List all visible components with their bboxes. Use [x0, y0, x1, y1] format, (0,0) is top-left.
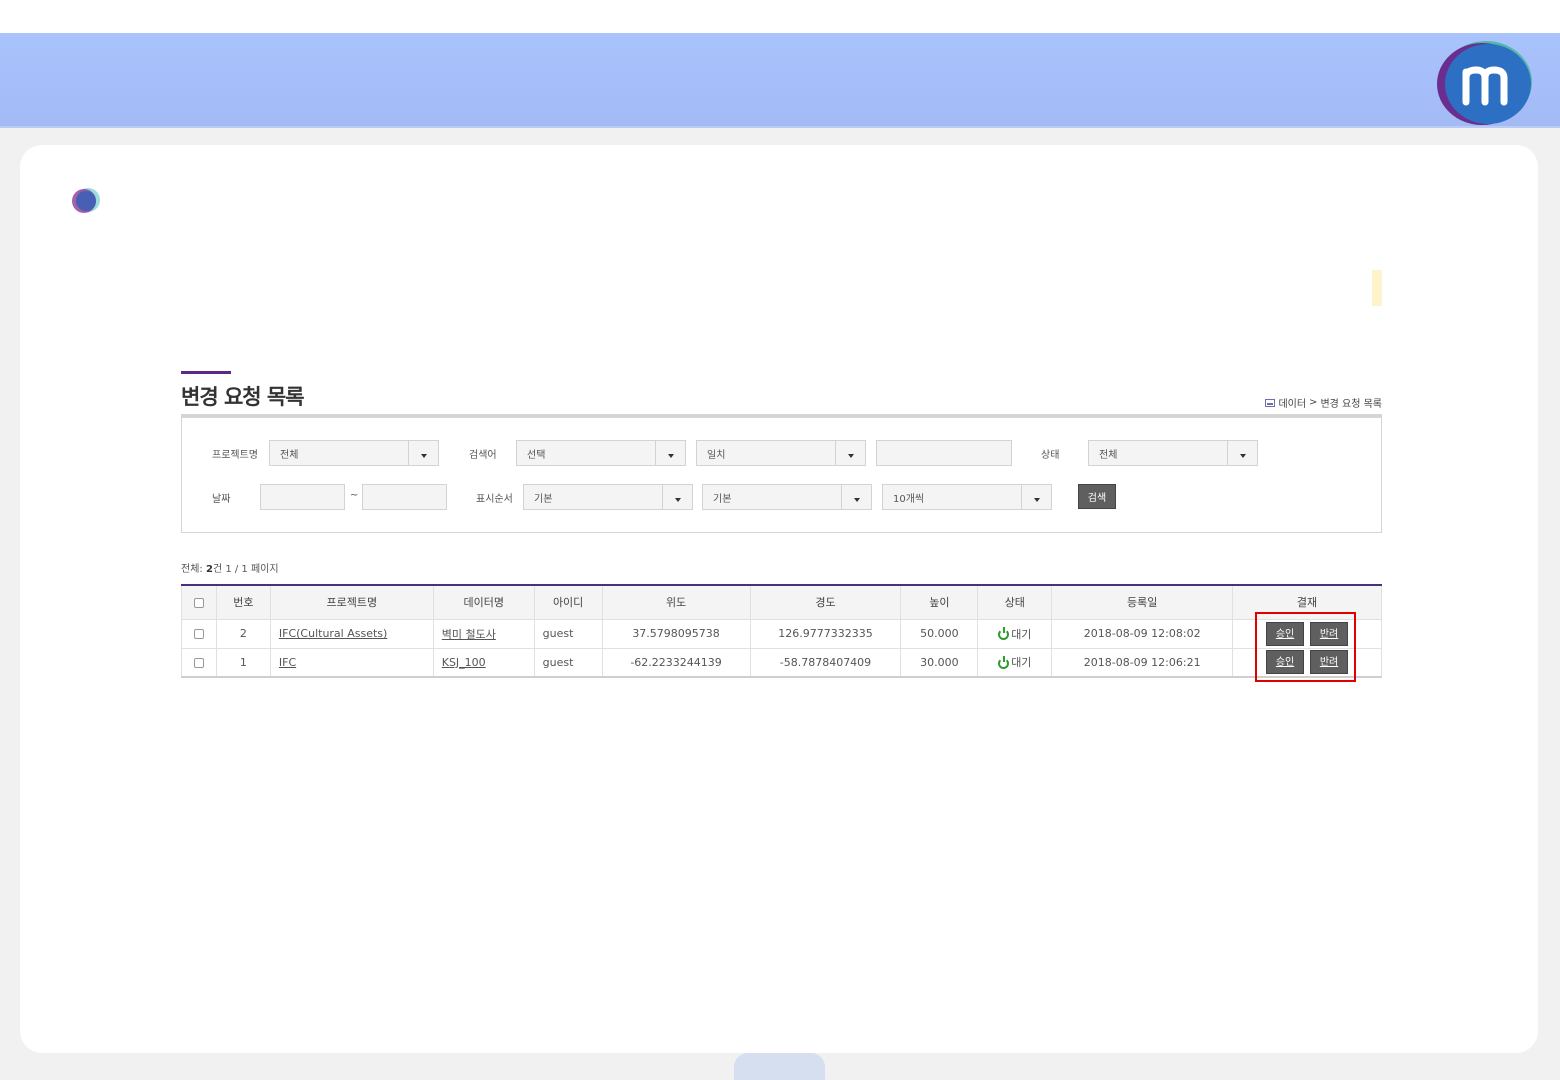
result-summary: 전체: 2건 1 / 1 페이지 [181, 560, 279, 575]
data-icon [1265, 398, 1276, 407]
notice-bar [1372, 270, 1382, 306]
power-icon [998, 627, 1010, 640]
row-status: 대기 [977, 618, 1053, 649]
table-row: 1 IFC KSJ_100 guest -62.2233244139 -58.7… [181, 647, 1382, 678]
order-direction-select[interactable]: 기본 [702, 484, 872, 510]
row-user-id: guest [533, 618, 603, 649]
row-height: 30.000 [900, 647, 979, 678]
search-label: 검색어 [469, 450, 497, 461]
row-checkbox[interactable] [193, 657, 204, 668]
header-project: 프로젝트명 [269, 584, 434, 620]
header-select-all[interactable] [181, 584, 217, 620]
reject-button[interactable]: 반려 [1310, 650, 1349, 675]
power-icon [998, 655, 1010, 669]
row-status: 대기 [977, 647, 1053, 678]
chevron-down-icon [1021, 485, 1051, 509]
select-all-checkbox[interactable] [193, 597, 204, 608]
status-select[interactable]: 전체 [1088, 440, 1258, 466]
row-registered: 2018-08-09 12:06:21 [1051, 647, 1234, 678]
reject-button[interactable]: 반려 [1310, 621, 1349, 646]
header-status: 상태 [977, 584, 1053, 620]
row-no: 2 [215, 618, 271, 649]
header-data-name: 데이터명 [432, 584, 535, 620]
status-select-value: 전체 [1099, 450, 1118, 461]
search-field-value: 선택 [527, 450, 546, 461]
header-height: 높이 [900, 584, 979, 620]
page-size-select[interactable]: 10개씩 [882, 484, 1052, 510]
summary-unit: 건 [212, 564, 223, 575]
project-select[interactable]: 전체 [269, 440, 439, 466]
row-latitude: 37.5798095738 [601, 618, 751, 649]
date-label: 날짜 [212, 494, 231, 505]
row-select-cell [181, 618, 217, 649]
header-no: 번호 [215, 584, 271, 620]
data-name-link[interactable]: KSJ_100 [442, 656, 486, 669]
summary-pages: 1 / 1 페이지 [225, 564, 279, 575]
chevron-down-icon [835, 441, 865, 465]
match-select-value: 일치 [707, 450, 726, 461]
summary-prefix: 전체: [181, 564, 203, 575]
order-field-select[interactable]: 기본 [523, 484, 693, 510]
search-filter-panel: 프로젝트명 전체 검색어 선택 일치 상태 전체 날짜 ~ 표시순서 기본 기본… [181, 418, 1382, 533]
row-no: 1 [215, 647, 271, 678]
table-header-row: 번호 프로젝트명 데이터명 아이디 위도 경도 높이 상태 등록일 결재 [181, 584, 1382, 620]
status-label: 상태 [1041, 450, 1060, 461]
approve-button[interactable]: 승인 [1266, 621, 1305, 646]
project-label: 프로젝트명 [212, 450, 258, 461]
header-user-id: 아이디 [533, 584, 603, 620]
header-longitude: 경도 [749, 584, 902, 620]
end-date-input[interactable] [362, 484, 447, 510]
page-size-value: 10개씩 [893, 494, 925, 505]
breadcrumb-separator: > [1309, 397, 1318, 408]
header-registered: 등록일 [1051, 584, 1234, 620]
breadcrumb-current: 변경 요청 목록 [1320, 399, 1382, 410]
header-latitude: 위도 [601, 584, 751, 620]
row-height: 50.000 [900, 618, 979, 649]
change-request-table: 번호 프로젝트명 데이터명 아이디 위도 경도 높이 상태 등록일 결재 2 I… [181, 584, 1382, 678]
row-approval: 승인 반려 [1232, 618, 1382, 649]
top-strip [0, 0, 1560, 33]
approve-button[interactable]: 승인 [1266, 650, 1305, 675]
breadcrumb-section[interactable]: 데이터 [1278, 395, 1306, 410]
start-date-input[interactable] [260, 484, 345, 510]
chevron-down-icon [1227, 441, 1257, 465]
order-label: 표시순서 [476, 494, 513, 505]
search-button[interactable]: 검색 [1078, 484, 1116, 509]
data-name-link[interactable]: 벽미 철도사 [442, 628, 496, 641]
search-field-select[interactable]: 선택 [516, 440, 686, 466]
page-title: 변경 요청 목록 [181, 385, 305, 409]
order-direction-value: 기본 [713, 494, 732, 505]
row-longitude: -58.7878407409 [749, 647, 902, 678]
status-text: 대기 [1011, 656, 1032, 670]
chevron-down-icon [841, 485, 871, 509]
project-select-value: 전체 [280, 450, 299, 461]
project-link[interactable]: IFC [279, 656, 296, 669]
project-link[interactable]: IFC(Cultural Assets) [279, 627, 387, 640]
keyword-input[interactable] [876, 440, 1012, 466]
date-separator: ~ [350, 490, 359, 501]
row-user-id: guest [533, 647, 603, 678]
order-field-value: 기본 [534, 494, 553, 505]
row-registered: 2018-08-09 12:08:02 [1051, 618, 1234, 649]
breadcrumb: 데이터 > 변경 요청 목록 [1265, 395, 1382, 410]
row-checkbox[interactable] [193, 629, 204, 639]
row-select-cell [181, 647, 217, 678]
title-accent [181, 371, 231, 374]
section-dot-icon [72, 188, 100, 213]
chevron-down-icon [408, 441, 438, 465]
row-latitude: -62.2233244139 [601, 647, 751, 678]
match-select[interactable]: 일치 [696, 440, 866, 466]
row-approval: 승인 반려 [1232, 647, 1382, 678]
header-banner [0, 33, 1560, 128]
app-logo-icon[interactable] [1436, 40, 1532, 126]
table-row: 2 IFC(Cultural Assets) 벽미 철도사 guest 37.5… [181, 618, 1382, 649]
bottom-handle[interactable] [734, 1053, 825, 1080]
chevron-down-icon [662, 485, 692, 509]
row-longitude: 126.9777332335 [749, 618, 902, 649]
chevron-down-icon [655, 441, 685, 465]
status-text: 대기 [1011, 627, 1032, 641]
summary-count: 2 [205, 564, 213, 575]
header-approval: 결재 [1232, 584, 1382, 620]
